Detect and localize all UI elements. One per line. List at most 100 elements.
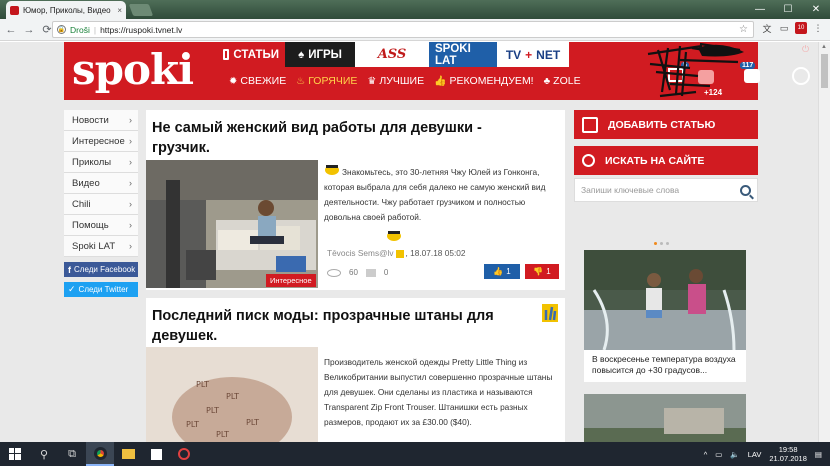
nav-tvnet-label-a: TV <box>505 47 522 62</box>
back-icon[interactable]: ← <box>4 24 18 36</box>
carousel-dot[interactable] <box>660 242 663 245</box>
sidebar-item-jokes[interactable]: Приколы › <box>64 152 138 173</box>
flame-icon: ♨ <box>296 75 306 87</box>
sun-icon: ✹ <box>229 75 238 87</box>
maximize-button[interactable]: ☐ <box>774 0 802 19</box>
magnifier-icon <box>582 154 595 167</box>
tab-close-icon[interactable]: × <box>117 6 122 15</box>
thumbs-up-icon: 👍 <box>493 267 504 276</box>
article-card: Не самый женский вид работы для девушки … <box>146 110 565 290</box>
sidebar-item-video[interactable]: Видео › <box>64 173 138 194</box>
cat-fresh[interactable]: ✹ СВЕЖИЕ <box>229 75 286 87</box>
power-icon[interactable]: ⏻ <box>802 44 809 55</box>
address-bar[interactable]: 🔒 Droši | https://ruspoki.tvnet.lv ☆ <box>52 21 754 38</box>
excerpt-text: Знакомьтесь, это 30-летняя Чжу Юлей из Г… <box>324 167 546 222</box>
language-indicator[interactable]: LAV <box>748 450 762 459</box>
like-count: 1 <box>506 267 511 276</box>
spade-icon: ♠ <box>298 48 305 61</box>
sidebar-item-spoki-lat[interactable]: Spoki LAT › <box>64 236 138 257</box>
thumbs-up-icon: 👍 <box>434 75 447 87</box>
nav-ass[interactable]: ASS <box>355 42 429 67</box>
fashion-photo: PLT PLT PLT PLT PLT PLT <box>146 347 318 442</box>
chrome-icon[interactable] <box>86 442 114 466</box>
scrollbar-thumb[interactable] <box>821 54 828 88</box>
clock-time: 19:58 <box>778 445 798 454</box>
new-tab-button[interactable] <box>128 4 154 16</box>
dislike-button[interactable]: 👎 1 <box>525 264 559 279</box>
clock[interactable]: 19:58 21.07.2018 <box>769 445 807 463</box>
app-icon[interactable] <box>170 442 198 466</box>
translate-icon[interactable]: 文 <box>761 22 773 34</box>
like-button[interactable]: 👍 1 <box>484 264 520 279</box>
task-view-icon[interactable]: ⧉ <box>58 442 86 466</box>
close-window-button[interactable]: ✕ <box>802 0 830 19</box>
sidebar-item-chili[interactable]: Chili › <box>64 194 138 215</box>
news-card[interactable]: В воскресенье температура воздуха повыси… <box>584 250 746 382</box>
url-separator: | <box>93 24 97 35</box>
notifications-icon[interactable]: ▤ <box>815 450 822 459</box>
chevron-up-icon[interactable]: ^ <box>704 450 708 459</box>
volume-icon[interactable]: 🔈 <box>730 450 739 459</box>
right-sidebar: ДОБАВИТЬ СТАТЬЮ ИСКАТЬ НА САЙТЕ Запиши к… <box>574 110 758 442</box>
file-explorer-icon[interactable] <box>114 442 142 466</box>
category-badge[interactable]: Интересное <box>266 274 316 287</box>
network-icon[interactable]: ▭ <box>715 450 722 459</box>
facebook-follow-button[interactable]: f Следи Facebook <box>64 262 138 277</box>
article-stats: 60 0 <box>327 268 388 277</box>
sidebar-item-help[interactable]: Помощь › <box>64 215 138 236</box>
lock-icon[interactable]: 🔒 <box>57 25 66 34</box>
author-link[interactable]: Tēvocis Sems@lv <box>327 248 394 258</box>
start-button[interactable] <box>0 448 30 460</box>
cat-hot[interactable]: ♨ ГОРЯЧИЕ <box>296 75 357 87</box>
article-title[interactable]: Не самый женский вид работы для девушки … <box>152 118 512 158</box>
cat-hot-label: ГОРЯЧИЕ <box>308 75 358 87</box>
comments-count[interactable]: 0 <box>384 268 388 277</box>
cat-zole[interactable]: ♣ ZOLE <box>544 75 581 87</box>
carousel-dot[interactable] <box>666 242 669 245</box>
site-search-input[interactable]: Запиши ключевые слова <box>574 178 758 202</box>
search-placeholder: Запиши ключевые слова <box>581 185 680 195</box>
store-icon[interactable] <box>142 442 170 466</box>
bookmark-star-icon[interactable]: ☆ <box>739 24 748 35</box>
left-sidebar: Новости › Интересное › Приколы › Видео › Chi… <box>64 110 138 297</box>
nav-games[interactable]: ♠ ИГРЫ <box>285 42 355 67</box>
menu-dots-icon[interactable]: ⋮ <box>812 22 824 34</box>
cat-recommend[interactable]: 👍 РЕКОМЕНДУЕМ! <box>434 75 534 87</box>
site-logo[interactable]: spoki <box>72 44 194 96</box>
club-icon: ♣ <box>543 75 551 87</box>
carousel-dot[interactable] <box>654 242 657 245</box>
nav-tvnet[interactable]: TV + NET <box>497 42 569 67</box>
print-pattern: PLT <box>246 418 259 427</box>
sidebar-item-interesting[interactable]: Интересное › <box>64 131 138 152</box>
nav-articles[interactable]: СТАТЬИ <box>217 42 285 67</box>
extensions: 文 ▭ 10 ⋮ <box>761 22 824 34</box>
sidebar-item-news[interactable]: Новости › <box>64 110 138 131</box>
search-icon[interactable] <box>740 184 751 196</box>
article-image[interactable] <box>146 160 318 288</box>
site-favicon-icon <box>10 5 19 15</box>
scroll-up-icon[interactable]: ▲ <box>821 44 827 50</box>
peace-hand-icon[interactable] <box>542 304 558 322</box>
print-pattern: PLT <box>226 392 239 401</box>
nav-articles-label: СТАТЬИ <box>233 48 279 61</box>
article-title[interactable]: Последний писк моды: прозрачные штаны дл… <box>152 306 512 346</box>
sidebar-item-label: Интересное <box>72 135 125 147</box>
news-card[interactable] <box>584 394 746 442</box>
chevron-right-icon: › <box>129 241 132 251</box>
article-image[interactable]: PLT PLT PLT PLT PLT PLT <box>146 347 318 442</box>
cat-best[interactable]: ♛ ЛУЧШИЕ <box>367 75 424 87</box>
browser-tab[interactable]: Юмор, Приколы, Видео × <box>6 1 126 19</box>
forward-icon[interactable]: → <box>22 24 36 36</box>
twitter-follow-button[interactable]: ✓ Следи Twitter <box>64 282 138 297</box>
nav-spoki-lat[interactable]: SPOKI LAT <box>429 42 497 67</box>
add-article-button[interactable]: ДОБАВИТЬ СТАТЬЮ <box>574 110 758 139</box>
security-label: Droši <box>70 24 90 35</box>
tab-title: Юмор, Приколы, Видео <box>23 5 111 15</box>
cast-icon[interactable]: ▭ <box>778 22 790 34</box>
extension-badge-icon[interactable]: 10 <box>795 22 807 34</box>
fountain-photo <box>584 250 746 351</box>
profile-icon[interactable] <box>792 67 810 85</box>
page-scrollbar[interactable]: ▲ <box>818 42 830 442</box>
minimize-button[interactable]: — <box>746 0 774 19</box>
search-icon[interactable]: ⚲ <box>30 442 58 466</box>
